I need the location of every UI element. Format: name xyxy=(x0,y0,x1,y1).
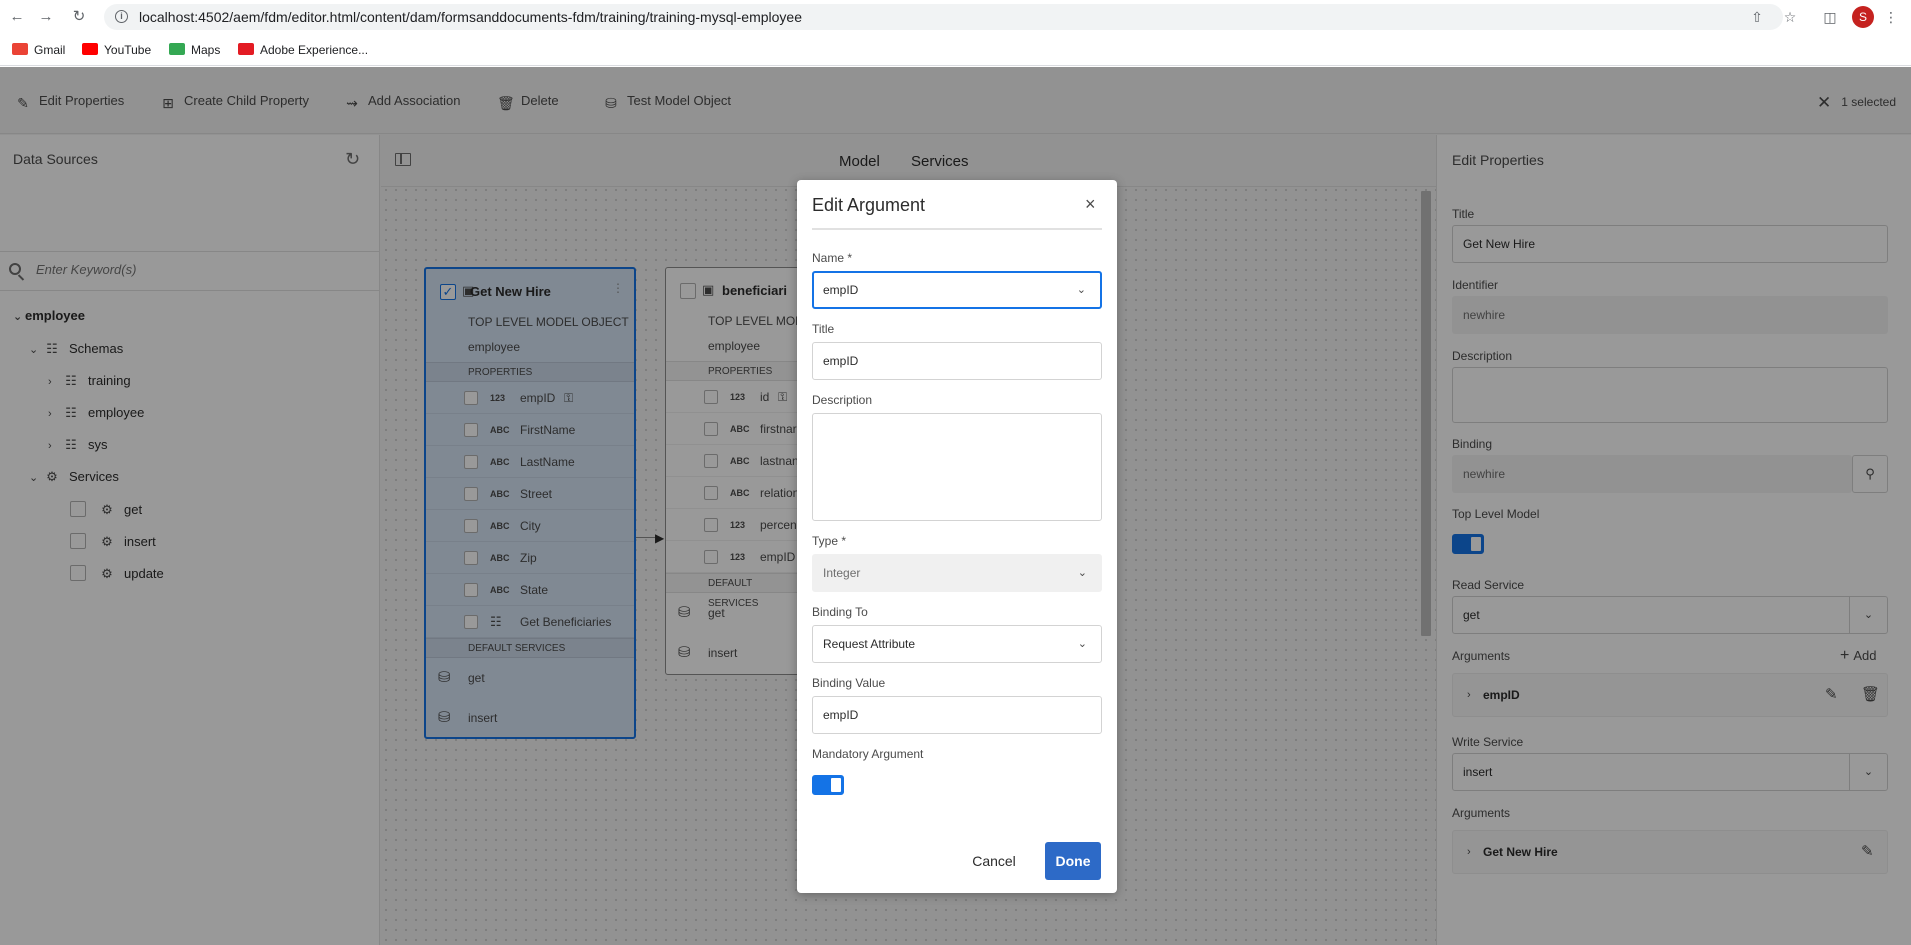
share-icon[interactable]: ⇧ xyxy=(1748,8,1766,26)
address-bar[interactable]: i localhost:4502/aem/fdm/editor.html/con… xyxy=(104,4,1783,30)
description-label: Description xyxy=(812,393,873,407)
menu-dots-icon[interactable]: ⋮ xyxy=(1882,8,1900,26)
binding-to-label: Binding To xyxy=(812,605,868,619)
type-label: Type * xyxy=(812,534,847,548)
bookmark-star-icon[interactable]: ☆ xyxy=(1781,8,1799,26)
url-text[interactable]: localhost:4502/aem/fdm/editor.html/conte… xyxy=(139,9,802,25)
title-label: Title xyxy=(812,322,835,336)
chevron-down-icon[interactable]: ⌄ xyxy=(1078,626,1087,662)
profile-avatar[interactable]: S xyxy=(1852,6,1874,28)
title-input[interactable]: empID xyxy=(812,342,1102,380)
edit-argument-dialog: Edit Argument × Name * empID ⌄ Title empI… xyxy=(797,180,1117,893)
name-label: Name * xyxy=(812,251,853,265)
type-select: Integer ⌄ xyxy=(812,554,1102,592)
dialog-title: Edit Argument xyxy=(812,195,926,215)
side-panel-icon[interactable]: ◫ xyxy=(1821,8,1839,26)
description-textarea[interactable] xyxy=(812,413,1102,521)
browser-toolbar: ← → ↻ i localhost:4502/aem/fdm/editor.ht… xyxy=(0,0,1911,34)
close-icon[interactable]: × xyxy=(1085,194,1096,215)
adobe-icon xyxy=(238,43,254,55)
binding-value-label: Binding Value xyxy=(812,676,886,690)
bookmark-maps[interactable]: Maps xyxy=(169,42,220,58)
maps-icon xyxy=(169,43,185,55)
bookmark-gmail[interactable]: Gmail xyxy=(12,42,65,58)
site-info-icon[interactable]: i xyxy=(115,10,128,23)
youtube-icon xyxy=(82,43,98,55)
mandatory-argument-toggle[interactable] xyxy=(812,775,844,795)
done-button[interactable]: Done xyxy=(1045,842,1101,880)
chevron-down-icon[interactable]: ⌄ xyxy=(1077,273,1086,307)
bookmark-youtube[interactable]: YouTube xyxy=(82,42,151,58)
gmail-icon xyxy=(12,43,28,55)
binding-to-select[interactable]: Request Attribute ⌄ xyxy=(812,625,1102,663)
bookmark-adobe[interactable]: Adobe Experience... xyxy=(238,42,368,58)
back-icon[interactable]: ← xyxy=(8,8,26,26)
bookmarks-bar: Gmail YouTube Maps Adobe Experience... xyxy=(0,34,1911,66)
chevron-down-icon: ⌄ xyxy=(1077,567,1087,579)
cancel-button[interactable]: Cancel xyxy=(964,842,1024,880)
binding-value-input[interactable]: empID xyxy=(812,696,1102,734)
mandatory-argument-label: Mandatory Argument xyxy=(812,747,924,761)
name-select[interactable]: empID ⌄ xyxy=(812,271,1102,309)
dialog-divider xyxy=(812,228,1102,230)
reload-icon[interactable]: ↻ xyxy=(70,8,88,26)
forward-icon[interactable]: → xyxy=(37,8,55,26)
